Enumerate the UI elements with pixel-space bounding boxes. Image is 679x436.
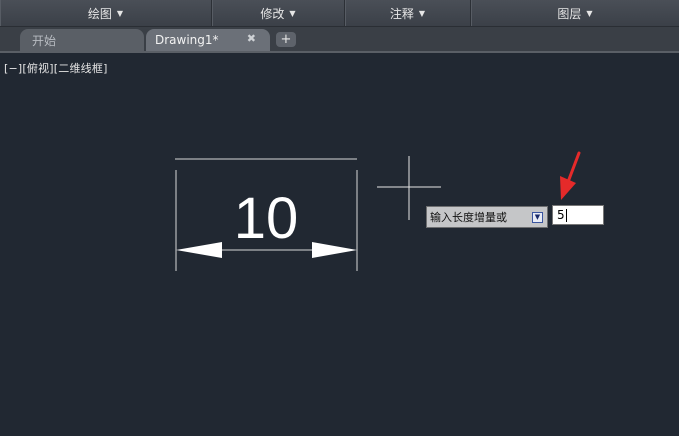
dimension-text: 10 (234, 186, 299, 251)
dynamic-input-prompt: 输入长度增量或 ▼ (426, 206, 548, 228)
arrowhead-right-icon (312, 242, 357, 258)
length-increment-input[interactable]: 5 (552, 205, 604, 225)
dynamic-input-prompt-text: 输入长度增量或 (430, 211, 507, 224)
options-down-arrow-icon[interactable]: ▼ (532, 212, 543, 223)
arrowhead-left-icon (176, 242, 222, 258)
red-pointer-arrow-icon (560, 151, 581, 200)
linear-dimension: 10 (175, 158, 358, 271)
length-increment-value: 5 (557, 208, 565, 222)
text-cursor-icon (565, 209, 567, 222)
